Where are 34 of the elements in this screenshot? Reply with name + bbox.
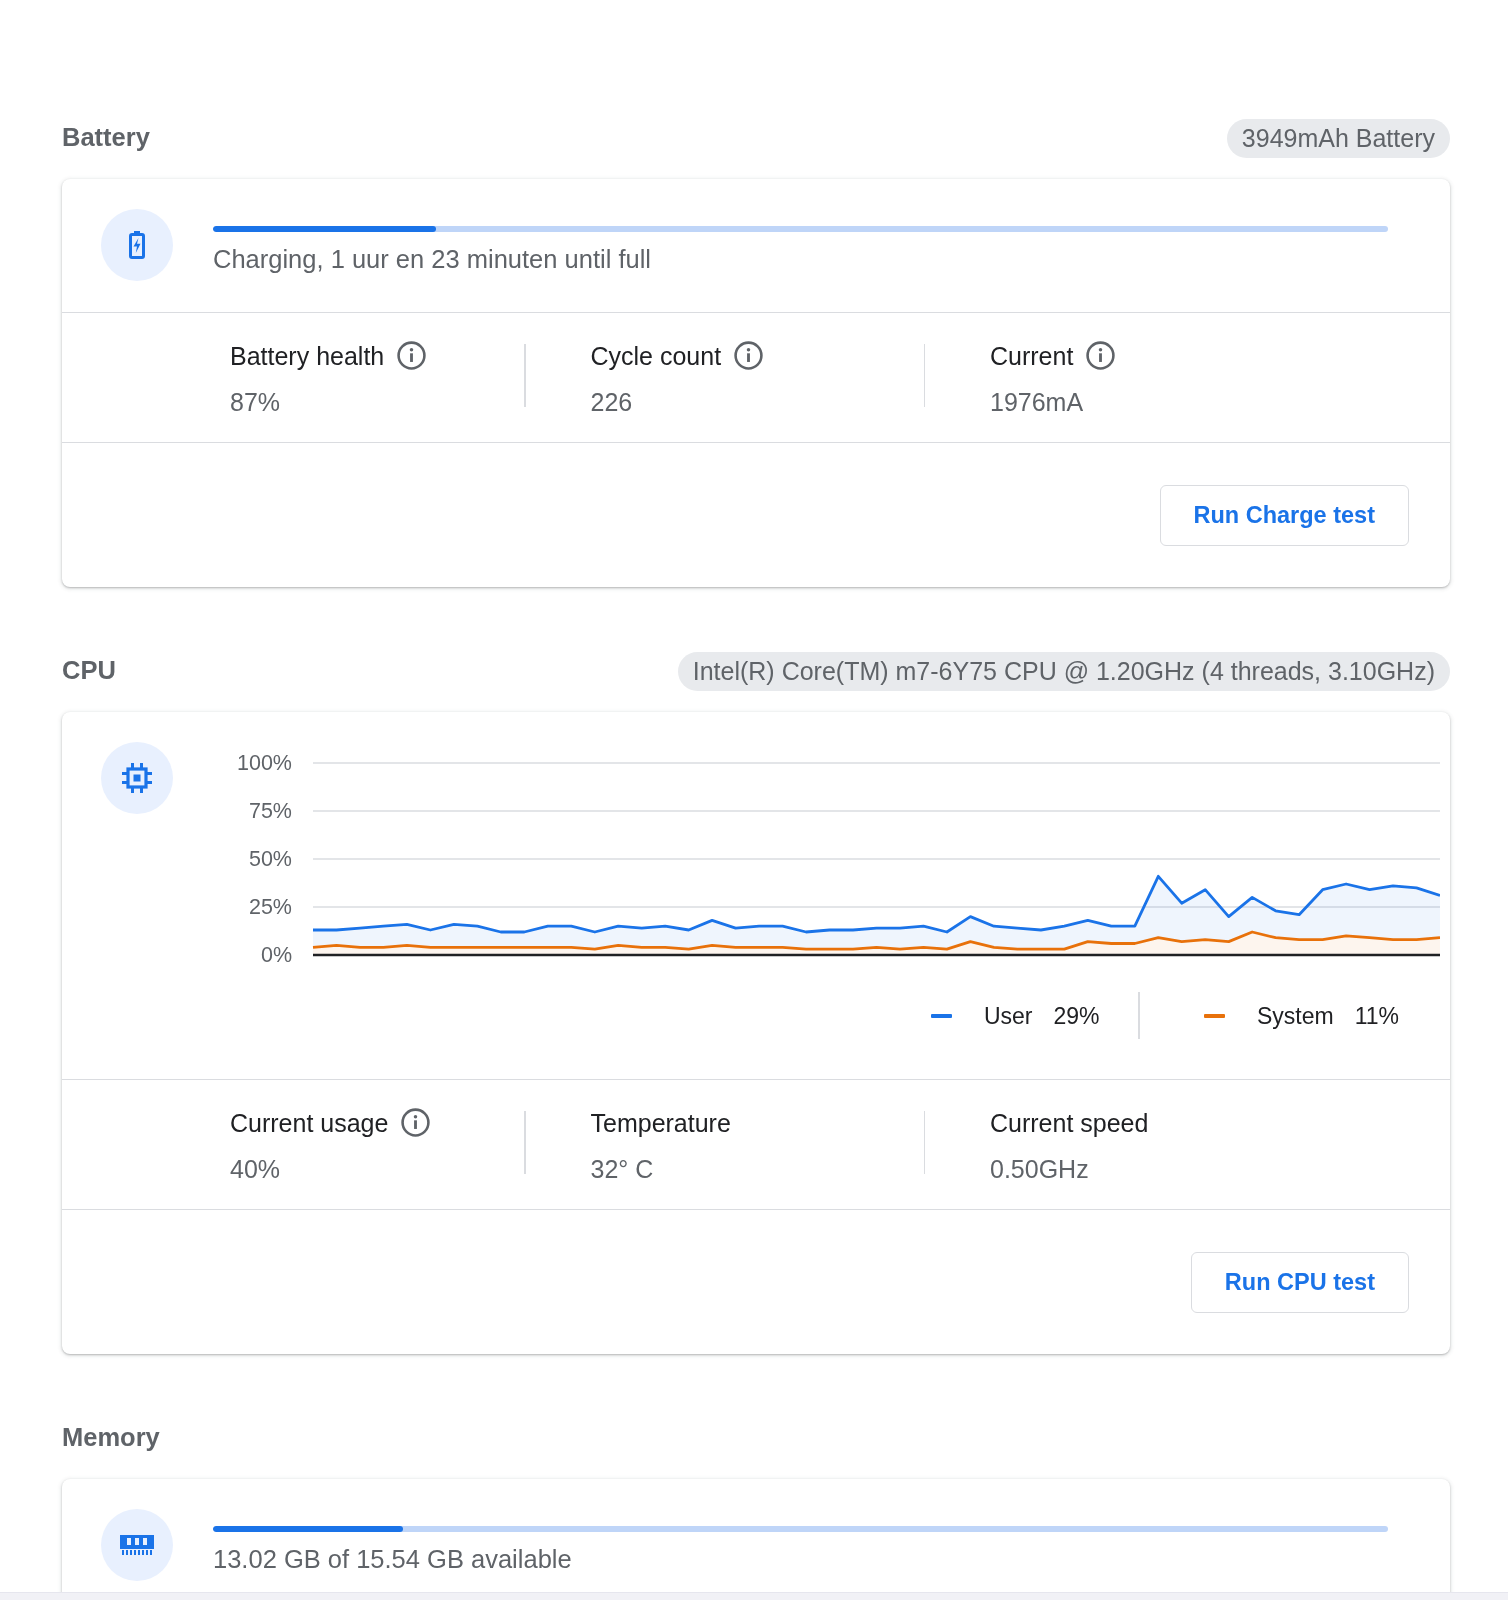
stat-value: 0.50GHz bbox=[990, 1154, 1090, 1184]
info-icon[interactable] bbox=[733, 340, 765, 371]
y-axis-label: 25% bbox=[248, 895, 292, 919]
run-test-button[interactable]: Run Charge test bbox=[1159, 485, 1409, 546]
legend-value: 11% bbox=[1354, 1001, 1399, 1030]
y-axis-label: 50% bbox=[248, 847, 292, 871]
status-text: Charging, 1 uur en 23 minuten until full bbox=[213, 244, 653, 274]
y-axis-label: 100% bbox=[237, 751, 292, 775]
stat-label: Current usage bbox=[230, 1107, 389, 1138]
status-text: 13.02 GB of 15.54 GB available bbox=[213, 1544, 573, 1574]
y-axis-label: 0% bbox=[260, 943, 292, 967]
device-chip: Intel(R) Core(TM) m7-6Y75 CPU @ 1.20GHz (4 threads, 3.10GHz) bbox=[677, 652, 1450, 691]
info-icon[interactable] bbox=[400, 1107, 432, 1138]
run-test-button[interactable]: Run CPU test bbox=[1190, 1252, 1409, 1313]
legend-value: 29% bbox=[1053, 1001, 1100, 1030]
section-title: Battery bbox=[62, 121, 150, 152]
section-title: Memory bbox=[62, 1421, 160, 1452]
info-icon[interactable] bbox=[396, 340, 428, 371]
stat-value: 1976mA bbox=[990, 387, 1085, 417]
device-chip: 3949mAh Battery bbox=[1226, 119, 1450, 158]
stat-label: Battery health bbox=[230, 340, 385, 371]
section-title: CPU bbox=[62, 654, 116, 685]
y-axis-label: 75% bbox=[248, 799, 292, 823]
stat-value: 40% bbox=[230, 1154, 282, 1184]
legend-label: User bbox=[983, 1001, 1033, 1030]
stat-value: 32° C bbox=[590, 1154, 655, 1184]
stat-label: Temperature bbox=[590, 1107, 731, 1138]
stat-label: Current speed bbox=[990, 1107, 1149, 1138]
stat-value: 87% bbox=[230, 387, 282, 417]
stat-label: Current bbox=[990, 340, 1074, 371]
stat-label: Cycle count bbox=[590, 340, 722, 371]
info-icon[interactable] bbox=[1085, 340, 1117, 371]
stat-value: 226 bbox=[590, 387, 634, 417]
legend-label: System bbox=[1257, 1001, 1334, 1030]
